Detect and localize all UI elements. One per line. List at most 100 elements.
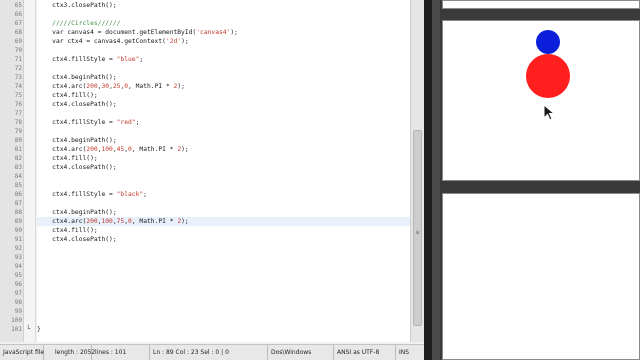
line-number: 69 [14, 38, 22, 45]
status-eol: Dos\Windows [268, 345, 334, 360]
line-number: 68 [14, 29, 22, 36]
code-editor-window: 65 66 67 68 69 70 71 72 73 74 75 76 77 78 79 80 81 82 83 84… [0, 0, 424, 360]
line-number: 80 [14, 137, 22, 144]
code-line[interactable] [37, 298, 410, 307]
code-line-current[interactable]: ctx4.arc(200,100,75,0, Math.PI * 2); [37, 217, 410, 226]
code-line[interactable]: ctx4.beginPath(); [37, 136, 410, 145]
code-line[interactable]: ctx4.fillStyle = "red"; [37, 118, 410, 127]
code-line[interactable]: ctx4.fillStyle = "blue"; [37, 55, 410, 64]
line-number: 91 [14, 236, 22, 243]
line-number: 75 [14, 92, 22, 99]
code-line[interactable]: ctx4.fill(); [37, 91, 410, 100]
browser-frame-edge [432, 0, 440, 360]
code-line[interactable] [37, 199, 410, 208]
code-line[interactable]: ctx4.fill(); [37, 226, 410, 235]
line-number: 79 [14, 128, 22, 135]
line-number: 98 [14, 299, 22, 306]
canvas-3-preview [442, 0, 640, 9]
code-line[interactable] [37, 127, 410, 136]
code-area[interactable]: ctx3.closePath(); /////Circles////// var… [37, 0, 410, 342]
code-line[interactable]: } [37, 325, 410, 334]
line-number: 97 [14, 290, 22, 297]
line-number: 70 [14, 47, 22, 54]
code-line[interactable] [37, 289, 410, 298]
code-line[interactable] [37, 280, 410, 289]
status-insert-mode: INS [399, 349, 410, 356]
line-number: 72 [14, 65, 22, 72]
code-line[interactable] [37, 244, 410, 253]
line-number: 100 [11, 317, 22, 324]
line-number: 78 [14, 119, 22, 126]
code-line[interactable]: ctx4.closePath(); [37, 235, 410, 244]
line-number: 83 [14, 164, 22, 171]
blue-circle [536, 30, 560, 54]
line-number: 82 [14, 155, 22, 162]
code-line[interactable] [37, 64, 410, 73]
code-line[interactable] [37, 253, 410, 262]
status-position: Ln : 89 Col : 23 Sel : 0 | 0 [150, 345, 268, 360]
status-encoding: ANSI as UTF-8 [334, 345, 396, 360]
code-line[interactable]: ctx4.fill(); [37, 154, 410, 163]
canvas-5-preview [442, 193, 640, 360]
line-number: 66 [14, 11, 22, 18]
window-divider [424, 0, 432, 360]
line-number: 92 [14, 245, 22, 252]
line-number: 81 [14, 146, 22, 153]
line-number: 85 [14, 182, 22, 189]
code-line[interactable] [37, 262, 410, 271]
canvas-4-drawing [526, 30, 570, 98]
fold-margin: └ [24, 0, 36, 342]
line-number: 94 [14, 263, 22, 270]
line-number: 93 [14, 254, 22, 261]
vertical-scrollbar[interactable]: ≡ [410, 0, 424, 342]
mouse-pointer-icon [543, 104, 556, 121]
line-number: 76 [14, 101, 22, 108]
code-line[interactable]: ctx4.closePath(); [37, 100, 410, 109]
line-number: 95 [14, 272, 22, 279]
line-number: 90 [14, 227, 22, 234]
line-number: 89 [14, 218, 22, 225]
code-line[interactable]: ctx4.arc(200,30,25,0, Math.PI * 2); [37, 82, 410, 91]
status-file-type: JavaScript file [0, 345, 44, 360]
line-number: 71 [14, 56, 22, 63]
line-number: 96 [14, 281, 22, 288]
line-number: 77 [14, 110, 22, 117]
line-number: 101 [11, 326, 22, 333]
code-line[interactable]: ctx4.closePath(); [37, 163, 410, 172]
browser-preview [432, 0, 640, 360]
code-line[interactable]: var ctx4 = canvas4.getContext('2d'); [37, 37, 410, 46]
status-length: length : 2052 [52, 345, 95, 360]
code-line[interactable]: var canvas4 = document.getElementById('c… [37, 28, 410, 37]
line-number-gutter: 65 66 67 68 69 70 71 72 73 74 75 76 77 78 79 80 81 82 83 84… [0, 0, 24, 342]
code-line[interactable] [37, 172, 410, 181]
code-line[interactable]: ctx4.beginPath(); [37, 208, 410, 217]
line-number: 88 [14, 209, 22, 216]
code-line[interactable] [37, 10, 410, 19]
scrollbar-thumb[interactable] [413, 130, 422, 326]
code-line[interactable]: /////Circles////// [37, 19, 410, 28]
code-line[interactable]: ctx4.arc(200,100,45,0, Math.PI * 2); [37, 145, 410, 154]
code-line[interactable] [37, 316, 410, 325]
line-number: 99 [14, 308, 22, 315]
code-line[interactable] [37, 46, 410, 55]
line-number: 84 [14, 173, 22, 180]
line-number: 87 [14, 200, 22, 207]
fold-end-icon[interactable]: └ [26, 325, 30, 333]
code-line[interactable] [37, 181, 410, 190]
line-number: 67 [14, 20, 22, 27]
code-line[interactable]: ctx3.closePath(); [37, 1, 410, 10]
line-number: 73 [14, 74, 22, 81]
scrollbar-grip-icon: ≡ [415, 229, 420, 236]
line-number: 74 [14, 83, 22, 90]
code-line[interactable] [37, 109, 410, 118]
status-bar: JavaScript file length : 2052 lines : 10… [0, 344, 424, 360]
red-circle [526, 54, 570, 98]
line-number: 86 [14, 191, 22, 198]
line-number: 65 [14, 2, 22, 9]
code-line[interactable]: ctx4.beginPath(); [37, 73, 410, 82]
code-line[interactable] [37, 271, 410, 280]
code-line[interactable] [37, 307, 410, 316]
canvas-4-preview [442, 20, 640, 181]
code-line[interactable]: ctx4.fillStyle = "black"; [37, 190, 410, 199]
status-lines: lines : 101 [92, 345, 150, 360]
